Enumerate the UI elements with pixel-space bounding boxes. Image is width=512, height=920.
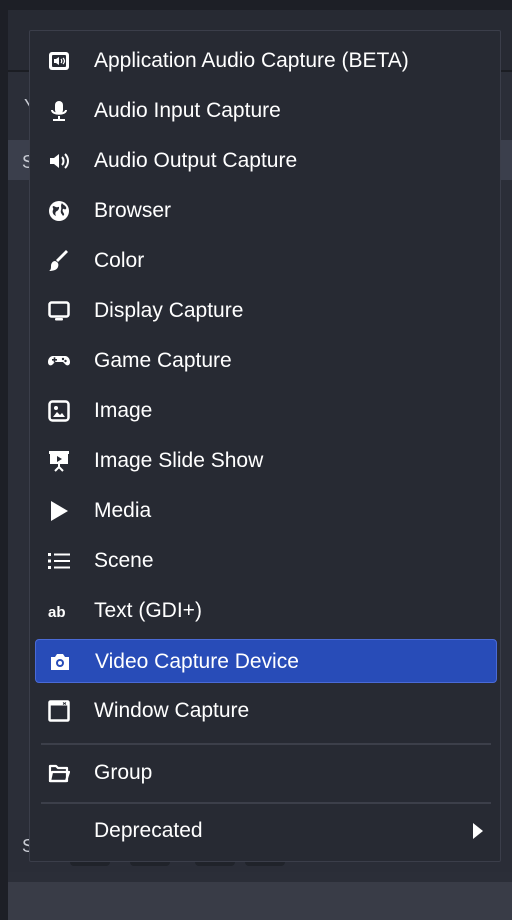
slideshow-icon — [48, 450, 70, 472]
menu-separator — [41, 743, 491, 745]
microphone-icon — [48, 100, 70, 122]
menu-separator — [41, 802, 491, 804]
menu-item-label: Display Capture — [94, 299, 244, 322]
menu-item-label: Audio Output Capture — [94, 149, 298, 172]
image-icon — [48, 400, 70, 422]
menu-item-image-slide-show[interactable]: Image Slide Show — [35, 439, 497, 483]
menu-item-image[interactable]: Image — [35, 389, 497, 433]
menu-item-label: Window Capture — [94, 699, 250, 722]
menu-item-label: Image Slide Show — [94, 449, 264, 472]
menu-item-browser[interactable]: Browser — [35, 189, 497, 233]
gamepad-icon — [48, 350, 70, 372]
menu-item-deprecated[interactable]: Deprecated — [35, 809, 497, 853]
menu-item-label: Deprecated — [94, 819, 203, 842]
menu-item-application-audio-capture[interactable]: Application Audio Capture (BETA) — [35, 39, 497, 83]
menu-item-label: Group — [94, 761, 153, 784]
monitor-icon — [48, 300, 70, 322]
brush-icon — [48, 250, 70, 272]
menu-item-label: Media — [94, 499, 152, 522]
menu-item-scene[interactable]: Scene — [35, 539, 497, 583]
menu-item-label: Audio Input Capture — [94, 99, 281, 122]
svg-text:ab: ab — [48, 604, 66, 621]
menu-item-audio-input-capture[interactable]: Audio Input Capture — [35, 89, 497, 133]
menu-item-label: Browser — [94, 199, 172, 222]
window-icon — [48, 700, 70, 722]
menu-item-text-gdi[interactable]: ab Text (GDI+) — [35, 589, 497, 633]
menu-item-game-capture[interactable]: Game Capture — [35, 339, 497, 383]
menu-item-video-capture-device[interactable]: Video Capture Device — [35, 639, 497, 683]
play-icon — [48, 500, 70, 522]
menu-item-audio-output-capture[interactable]: Audio Output Capture — [35, 139, 497, 183]
globe-icon — [48, 200, 70, 222]
menu-item-media[interactable]: Media — [35, 489, 497, 533]
speaker-icon — [48, 150, 70, 172]
background-footer — [8, 882, 512, 920]
menu-item-label: Video Capture Device — [95, 650, 299, 673]
menu-item-label: Application Audio Capture (BETA) — [94, 49, 409, 72]
text-icon: ab — [48, 600, 70, 622]
menu-item-color[interactable]: Color — [35, 239, 497, 283]
menu-item-display-capture[interactable]: Display Capture — [35, 289, 497, 333]
add-source-context-menu: Application Audio Capture (BETA) Audio I… — [29, 30, 501, 862]
app-audio-icon — [48, 50, 70, 72]
menu-item-group[interactable]: Group — [35, 751, 497, 795]
folder-icon — [48, 762, 70, 784]
menu-item-label: Scene — [94, 549, 154, 572]
list-icon — [48, 550, 70, 572]
menu-item-label: Image — [94, 399, 153, 422]
menu-item-label: Color — [94, 249, 145, 272]
camera-icon — [49, 651, 71, 673]
menu-item-window-capture[interactable]: Window Capture — [35, 689, 497, 733]
menu-item-label: Game Capture — [94, 349, 232, 372]
chevron-right-icon — [473, 823, 483, 839]
menu-item-label: Text (GDI+) — [94, 599, 202, 622]
